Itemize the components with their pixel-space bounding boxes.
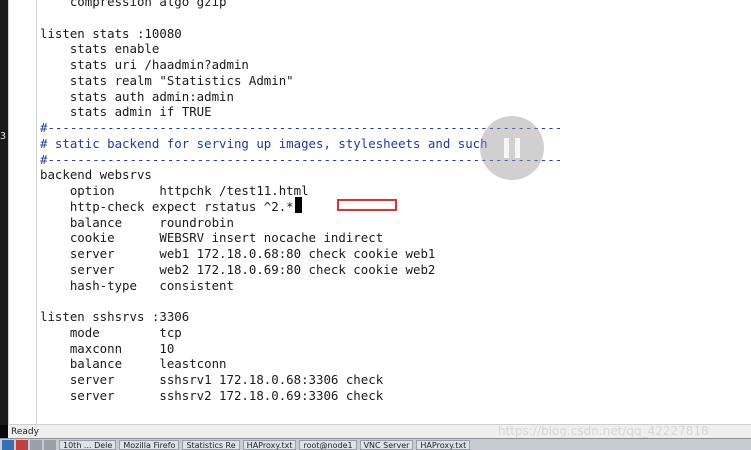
text-cursor bbox=[295, 197, 302, 213]
comment-line: # static backend for serving up images, … bbox=[40, 135, 488, 151]
code-line: stats enable bbox=[40, 41, 160, 57]
pause-bar-left bbox=[504, 138, 509, 158]
code-line: stats realm "Statistics Admin" bbox=[40, 72, 294, 88]
annotation-red-box bbox=[337, 199, 397, 211]
code-line: server sshsrv2 172.18.0.69:3306 check bbox=[40, 387, 384, 403]
vnc-screen: 3 compression algo gzip listen stats :100… bbox=[0, 0, 751, 450]
editor-text-area[interactable]: compression algo gzip listen stats :10080… bbox=[36, 0, 751, 424]
workspace-icon[interactable] bbox=[30, 439, 42, 450]
taskbar-item[interactable]: Statistics Re bbox=[182, 439, 240, 450]
code-line: server web1 172.18.0.68:80 check cookie … bbox=[40, 246, 436, 261]
taskbar-item[interactable]: HAProxy.txt bbox=[416, 439, 471, 450]
code-line: mode tcp bbox=[40, 324, 182, 340]
watermark: https://blog.csdn.net/qq_42227818 bbox=[498, 424, 709, 438]
code-line: stats uri /haadmin?admin bbox=[40, 57, 249, 72]
status-text: Ready bbox=[11, 427, 39, 437]
code-line: compression algo gzip bbox=[40, 0, 227, 9]
pause-overlay-icon[interactable] bbox=[480, 116, 544, 180]
code-line: cookie WEBSRV insert nocache indirect bbox=[40, 230, 384, 246]
code-line: stats auth admin:admin bbox=[40, 88, 234, 104]
code-line: listen stats :10080 bbox=[40, 25, 182, 41]
code-line: balance roundrobin bbox=[40, 214, 234, 230]
app-launcher-icon[interactable] bbox=[16, 439, 28, 450]
pause-bar-right bbox=[515, 138, 520, 158]
code-line: balance leastconn bbox=[40, 356, 227, 372]
code-line: option httpchk /test11.html bbox=[40, 183, 309, 198]
taskbar-item[interactable]: HAProxy.txt bbox=[242, 439, 297, 450]
taskbar-item[interactable]: VNC Server bbox=[359, 439, 414, 450]
taskbar-item[interactable]: Mozilla Firefo bbox=[119, 439, 180, 450]
code-line: server sshsrv1 172.18.0.68:3306 check bbox=[40, 372, 384, 387]
taskbar-item[interactable]: 10th ... Dele bbox=[59, 439, 117, 450]
code-line: http-check expect rstatus ^2.* bbox=[40, 198, 294, 214]
left-window-edge: 3 bbox=[0, 0, 8, 425]
code-line: hash-type consistent bbox=[40, 277, 234, 293]
code-line: maxconn 10 bbox=[40, 340, 175, 356]
code-line: server web2 172.18.0.69:80 check cookie … bbox=[40, 261, 436, 277]
start-menu-icon[interactable] bbox=[2, 439, 14, 450]
left-edge-glyph: 3 bbox=[0, 131, 7, 142]
code-line: backend websrvs bbox=[40, 167, 152, 183]
taskbar-items: 10th ... Dele Mozilla Firefo Statistics Re… bbox=[56, 439, 471, 450]
code-line: listen sshsrvs :3306 bbox=[40, 309, 190, 324]
taskbar-item[interactable]: root@node1 bbox=[299, 439, 357, 450]
taskbar: 10th ... Dele Mozilla Firefo Statistics Re… bbox=[0, 438, 751, 450]
code-line: stats admin if TRUE bbox=[40, 104, 212, 120]
text-editor[interactable]: compression algo gzip listen stats :10080… bbox=[8, 0, 751, 424]
workspace-icon-2[interactable] bbox=[44, 439, 56, 450]
